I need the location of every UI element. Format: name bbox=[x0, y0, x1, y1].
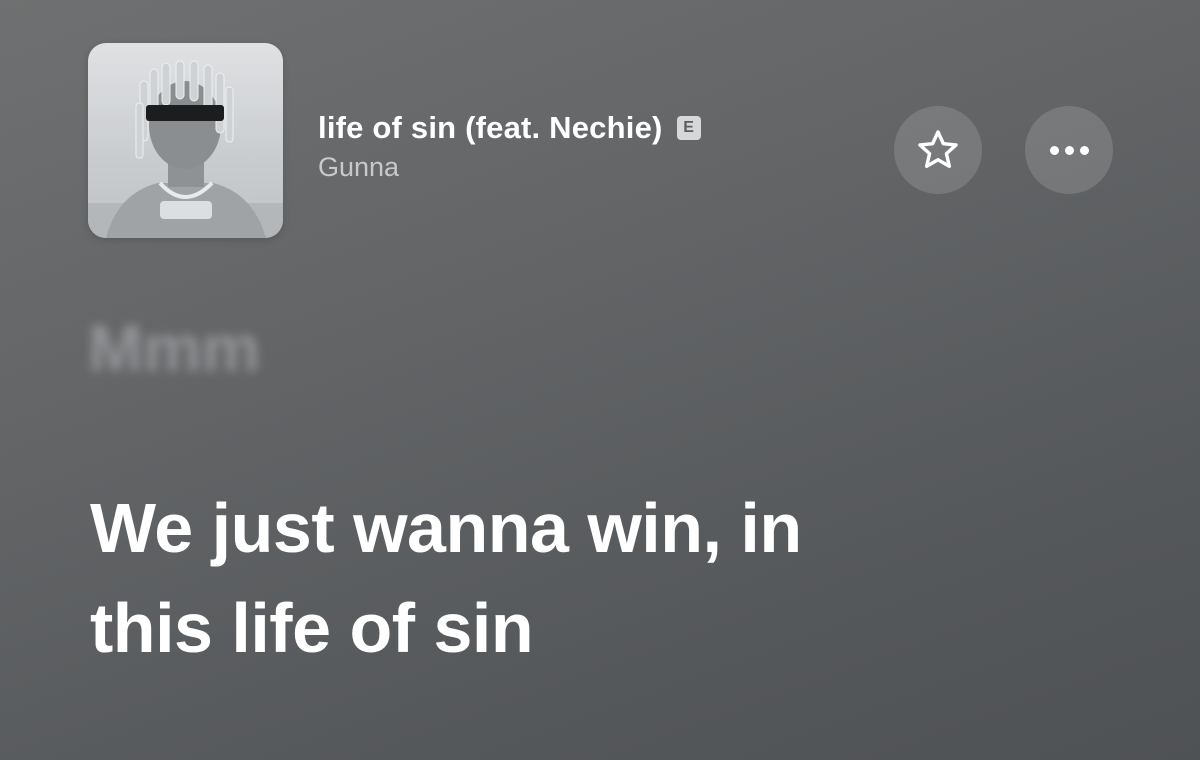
track-info: life of sin (feat. Nechie) E Gunna bbox=[318, 110, 701, 183]
lyric-current-line-2: this life of sin bbox=[90, 589, 534, 667]
ellipsis-icon bbox=[1049, 145, 1089, 155]
lyric-current[interactable]: We just wanna win, in this life of sin bbox=[90, 478, 1150, 678]
album-artwork[interactable] bbox=[88, 43, 283, 238]
lyrics-screen: life of sin (feat. Nechie) E Gunna Mmm W… bbox=[0, 0, 1200, 760]
ellipsis-dot bbox=[1079, 145, 1089, 155]
lyric-current-line-1: We just wanna win, in bbox=[90, 489, 802, 567]
favorite-button[interactable] bbox=[894, 106, 982, 194]
more-options-button[interactable] bbox=[1025, 106, 1113, 194]
title-row: life of sin (feat. Nechie) E bbox=[318, 110, 701, 146]
ellipsis-dot bbox=[1064, 145, 1074, 155]
artist-name[interactable]: Gunna bbox=[318, 152, 701, 183]
explicit-badge: E bbox=[676, 116, 701, 140]
ellipsis-dot bbox=[1049, 145, 1059, 155]
lyric-previous-line[interactable]: Mmm bbox=[88, 310, 260, 386]
track-title[interactable]: life of sin (feat. Nechie) bbox=[318, 110, 663, 146]
album-artwork-figure bbox=[88, 60, 283, 238]
star-outline-icon bbox=[918, 130, 958, 169]
